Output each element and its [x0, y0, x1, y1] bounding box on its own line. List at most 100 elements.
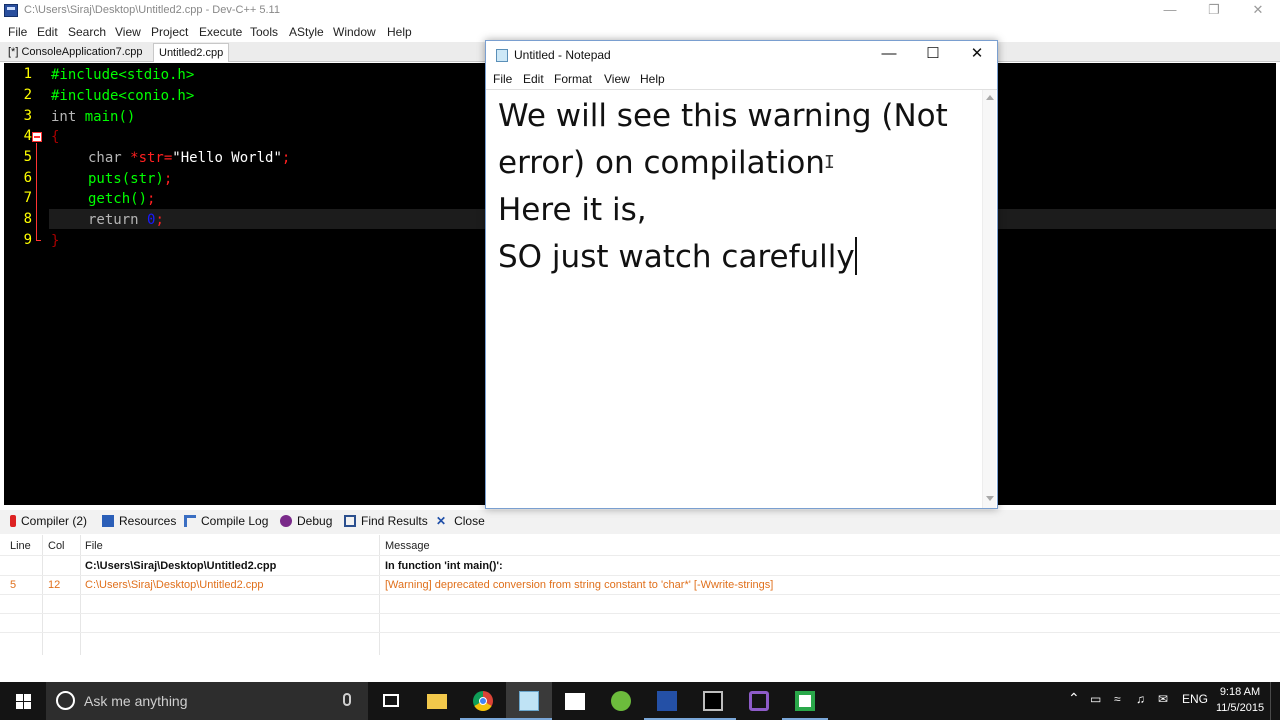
code-line-2: #include<conio.h> — [51, 87, 194, 105]
file-explorer-icon — [427, 694, 447, 709]
notepad-menu-edit[interactable]: Edit — [523, 72, 544, 86]
tab-find-results[interactable]: Find Results — [344, 514, 428, 528]
clock-time[interactable]: 9:18 AM — [1218, 686, 1262, 698]
menu-view[interactable]: View — [115, 25, 141, 39]
chrome-button[interactable] — [460, 682, 506, 720]
code-line-8: return 0; — [88, 211, 164, 229]
task-view-icon — [383, 694, 399, 707]
store-icon — [565, 693, 585, 710]
code-semicolon: ; — [163, 171, 173, 187]
volume-icon[interactable]: ♫ — [1136, 692, 1145, 706]
column-header-col[interactable]: Col — [48, 540, 65, 552]
menu-tools[interactable]: Tools — [250, 25, 278, 39]
resources-icon — [102, 515, 114, 527]
close-x-icon: ✕ — [436, 514, 447, 528]
line-number: 4 — [23, 128, 32, 144]
fold-collapse-icon[interactable] — [32, 132, 42, 142]
utorrent-button[interactable] — [598, 682, 644, 720]
menu-execute[interactable]: Execute — [199, 25, 242, 39]
tab-find-results-label: Find Results — [361, 514, 428, 528]
code-semicolon: ; — [155, 212, 164, 228]
notepad-vertical-scrollbar[interactable] — [982, 90, 996, 508]
battery-icon[interactable]: ▭ — [1090, 692, 1101, 706]
tab-resources[interactable]: Resources — [102, 514, 176, 528]
notepad-menu-view[interactable]: View — [604, 72, 630, 86]
notepad-text-line: error) on compilation — [498, 145, 825, 181]
language-indicator[interactable]: ENG — [1182, 692, 1208, 706]
tab-untitled2[interactable]: Untitled2.cpp — [153, 43, 230, 62]
code-keyword-return: return — [88, 212, 139, 228]
find-results-icon — [344, 515, 356, 527]
notepad-menu-format[interactable]: Format — [554, 72, 592, 86]
devcpp-app-icon — [4, 4, 18, 17]
tab-compiler[interactable]: Compiler (2) — [10, 514, 87, 528]
code-line-6: puts(str); — [88, 170, 172, 188]
code-include-stdio: #include<stdio.h> — [51, 67, 195, 83]
notepad-menu-help[interactable]: Help — [640, 72, 665, 86]
column-header-file[interactable]: File — [85, 540, 103, 552]
line-number-gutter: 1 2 3 4 5 6 7 8 9 — [4, 63, 44, 505]
cortana-icon — [56, 691, 75, 710]
start-button[interactable] — [0, 682, 46, 720]
clock-date[interactable]: 11/5/2015 — [1214, 702, 1266, 714]
camtasia-button[interactable] — [782, 682, 828, 720]
notepad-text-area[interactable]: We will see this warning (Not error) on … — [487, 90, 981, 508]
column-header-line[interactable]: Line — [10, 540, 31, 552]
store-button[interactable] — [552, 682, 598, 720]
line-number: 8 — [23, 211, 32, 227]
message-icon[interactable]: ✉ — [1158, 692, 1168, 706]
menu-search[interactable]: Search — [68, 25, 106, 39]
file-explorer-button[interactable] — [414, 682, 460, 720]
notepad-icon — [519, 691, 539, 711]
notepad-menu-file[interactable]: File — [493, 72, 512, 86]
code-line-4: { — [51, 128, 59, 146]
menu-file[interactable]: File — [8, 25, 27, 39]
microphone-icon[interactable] — [343, 693, 351, 706]
code-line-1: #include<stdio.h> — [51, 66, 194, 84]
tab-close[interactable]: ✕ Close — [436, 514, 485, 528]
menu-project[interactable]: Project — [151, 25, 188, 39]
menu-edit[interactable]: Edit — [37, 25, 58, 39]
minimize-icon[interactable]: — — [867, 41, 911, 69]
notepad-text-line: SO just watch carefully — [498, 239, 855, 275]
show-desktop-button[interactable] — [1270, 682, 1280, 720]
cmd-button[interactable] — [690, 682, 736, 720]
show-hidden-icons-icon[interactable]: ⌃ — [1068, 690, 1080, 707]
task-view-button[interactable] — [368, 682, 414, 720]
devcpp-taskbar-button[interactable] — [644, 682, 690, 720]
notepad-text-line: Here it is, — [498, 192, 647, 228]
tab-resources-label: Resources — [119, 514, 177, 528]
column-header-message[interactable]: Message — [385, 540, 430, 552]
devcpp-menubar: File Edit Search View Project Execute To… — [0, 22, 1280, 42]
tab-consoleapplication7[interactable]: [*] ConsoleApplication7.cpp — [3, 43, 148, 62]
scroll-down-arrow-icon[interactable] — [986, 496, 994, 501]
maximize-icon[interactable]: ☐ — [911, 41, 955, 69]
menu-help[interactable]: Help — [387, 25, 412, 39]
restore-icon[interactable]: ❐ — [1192, 0, 1236, 22]
row-divider — [0, 575, 1280, 576]
code-number-zero: 0 — [138, 212, 156, 228]
menu-astyle[interactable]: AStyle — [289, 25, 324, 39]
code-pointer-decl: *str= — [121, 150, 173, 166]
tab-compile-log[interactable]: Compile Log — [184, 514, 268, 528]
scroll-up-arrow-icon[interactable] — [986, 95, 994, 100]
notepad-app-icon — [496, 49, 508, 62]
close-icon[interactable]: ✕ — [1236, 0, 1280, 22]
minimize-icon[interactable]: — — [1148, 0, 1192, 22]
code-line-5: char *str="Hello World"; — [88, 149, 290, 167]
tab-debug[interactable]: Debug — [280, 514, 332, 528]
cortana-search-box[interactable]: Ask me anything — [46, 682, 368, 720]
compiler-icon — [10, 515, 16, 527]
menu-window[interactable]: Window — [333, 25, 376, 39]
notepad-taskbar-button[interactable] — [506, 682, 552, 720]
visual-studio-button[interactable] — [736, 682, 782, 720]
fold-guide-line — [36, 143, 37, 240]
network-icon[interactable]: ≈ — [1114, 692, 1121, 706]
close-icon[interactable]: ✕ — [955, 41, 999, 69]
code-string-literal: "Hello World" — [172, 150, 282, 166]
code-puts-call: puts(str) — [88, 171, 164, 187]
utorrent-icon — [611, 691, 631, 711]
code-line-7: getch(); — [88, 190, 155, 208]
notepad-titlebar[interactable]: Untitled - Notepad — ☐ ✕ — [486, 41, 997, 69]
devcpp-titlebar: C:\Users\Siraj\Desktop\Untitled2.cpp - D… — [0, 0, 1280, 22]
